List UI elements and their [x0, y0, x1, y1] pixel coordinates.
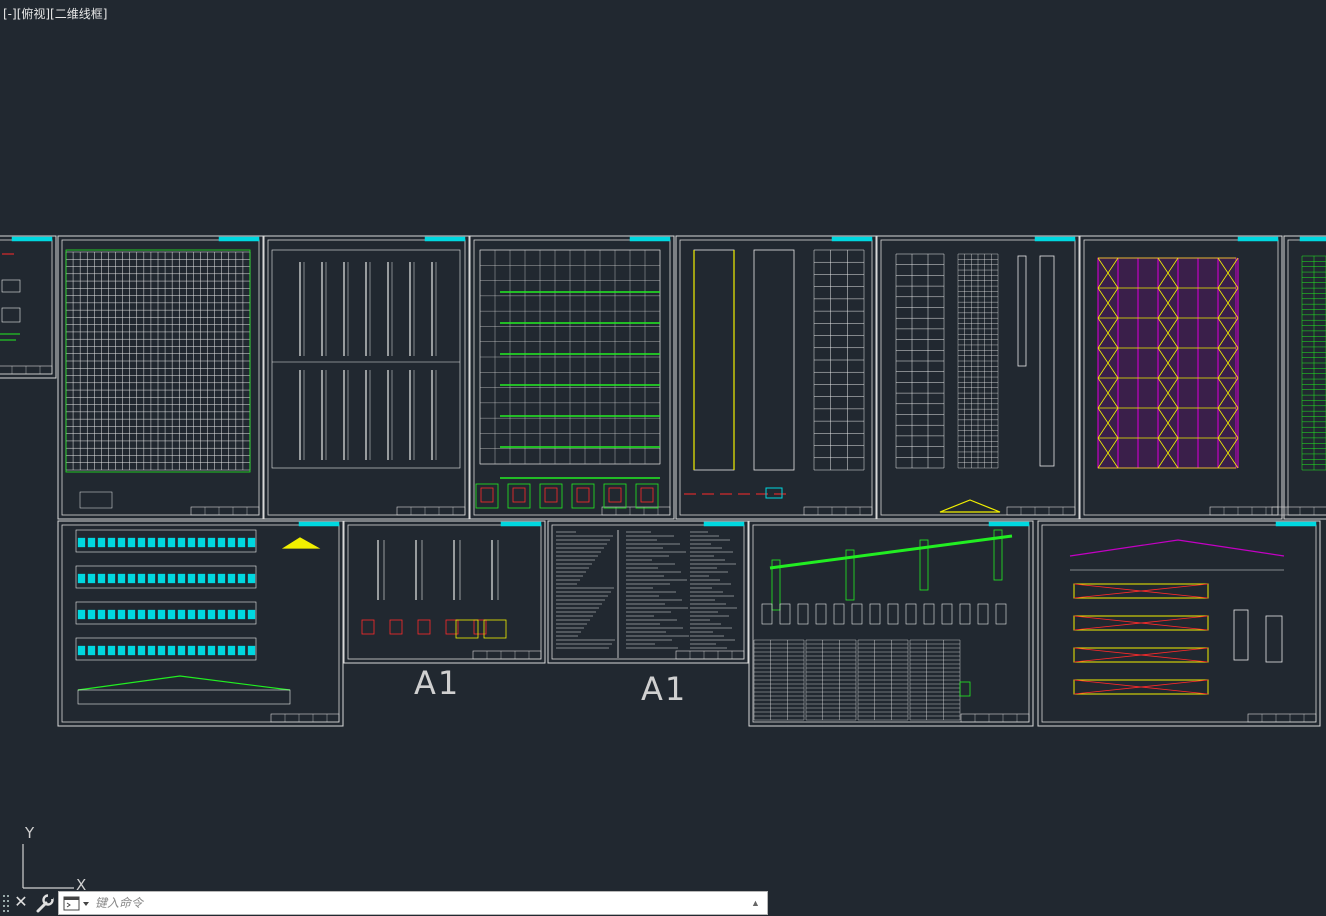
- grip-icon[interactable]: [2, 893, 10, 913]
- model-space-viewport[interactable]: [-][俯视][二维线框] A1 A1 Y X ✕ 键入命令 ▲: [0, 0, 1326, 916]
- drawing-sheet: [876, 235, 1080, 520]
- command-line-bar: ✕ ▲: [0, 889, 768, 916]
- command-input[interactable]: [95, 893, 745, 913]
- title-block: [1006, 506, 1076, 516]
- title-block: [0, 365, 53, 375]
- drawing-sheet: [57, 520, 344, 727]
- drawing-sheet: [748, 520, 1034, 727]
- title-block: [472, 650, 542, 660]
- ucs-y-label: Y: [24, 824, 35, 842]
- drawing-sheet: [469, 235, 675, 520]
- drawing-sheet: [1037, 520, 1321, 727]
- title-block: [396, 506, 466, 516]
- sheet-size-label: A1: [641, 670, 688, 708]
- drawing-sheet: [57, 235, 264, 520]
- drawing-sheet: [1079, 235, 1283, 520]
- drawing-sheet: [675, 235, 877, 520]
- viewport-controls-label[interactable]: [-][俯视][二维线框]: [3, 5, 107, 22]
- title-block: [1271, 506, 1326, 516]
- title-block: [270, 713, 340, 723]
- recent-commands-icon[interactable]: ▲: [751, 895, 763, 911]
- drawing-sheet: [547, 520, 749, 664]
- title-block: [1247, 713, 1317, 723]
- close-icon[interactable]: ✕: [12, 892, 30, 914]
- title-block: [675, 650, 745, 660]
- drawing-sheet: [263, 235, 470, 520]
- title-block: [960, 713, 1030, 723]
- command-input-field[interactable]: ▲: [58, 891, 768, 915]
- title-block: [1209, 506, 1279, 516]
- ucs-icon: Y X: [22, 824, 86, 894]
- drawing-sheet: [343, 520, 546, 664]
- drawing-sheets: [0, 235, 1326, 727]
- drawing-sheet: [1271, 235, 1326, 520]
- title-block: [803, 506, 873, 516]
- sheet-size-label: A1: [414, 664, 461, 702]
- command-prompt-icon[interactable]: [63, 896, 91, 912]
- title-block: [190, 506, 260, 516]
- wrench-icon[interactable]: [34, 892, 54, 914]
- drawing-canvas[interactable]: [0, 0, 1326, 916]
- drawing-sheet: [0, 235, 57, 379]
